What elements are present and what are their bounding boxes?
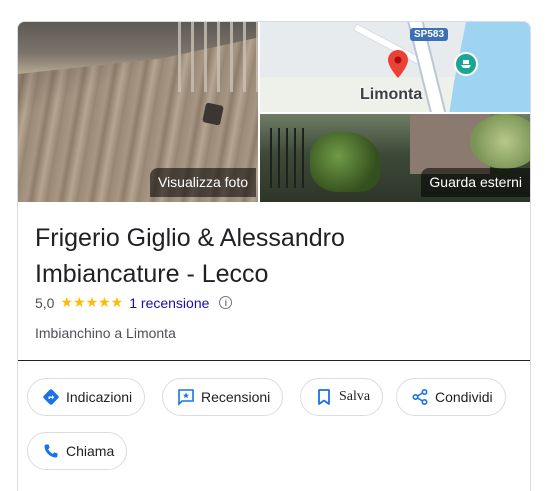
rating-stars: ★★★★★ [60,294,124,310]
save-button[interactable]: Salva [300,378,384,416]
share-label: Condividi [435,389,493,405]
phone-icon [44,444,58,458]
directions-button[interactable]: Indicazioni [27,378,146,416]
map-pin-icon [388,50,408,78]
view-photos-label[interactable]: Visualizza foto [149,168,256,197]
business-name: Frigerio Giglio & Alessandro Imbiancatur… [35,224,345,288]
info-icon[interactable]: i [219,296,233,309]
photo-railing [168,22,258,92]
directions-label: Indicazioni [66,389,133,405]
reviews-button[interactable]: Recensioni [162,378,284,416]
reviews-link[interactable]: 1 recensione [129,295,209,311]
photo-bush [310,132,380,192]
reviews-label: Recensioni [201,389,271,405]
photo-gate [270,128,310,188]
divider [18,360,530,361]
map-town-label: Limonta [360,86,423,103]
share-button[interactable]: Condividi [396,378,506,416]
call-label: Chiama [66,443,115,459]
business-card: Visualizza foto SP583 Limonta Guarda est… [17,21,531,491]
reviews-icon [178,389,194,406]
ferry-icon [454,52,478,76]
share-icon [412,388,428,406]
photo-paint-can [202,102,224,126]
view-exterior-label[interactable]: Guarda esterni [421,168,530,197]
map-route-tag: SP583 [410,28,449,41]
business-category: Imbianchino a Limonta [35,325,176,341]
save-label: Salva [339,389,371,404]
bookmark-icon [318,389,330,405]
photo-tree [470,114,530,169]
rating-row: 5,0 ★★★★★ 1 recensione i [35,294,233,311]
call-button[interactable]: Chiama [27,432,128,470]
map-thumbnail[interactable]: SP583 Limonta [260,22,530,112]
rating-value: 5,0 [35,294,55,311]
directions-icon [43,389,59,405]
